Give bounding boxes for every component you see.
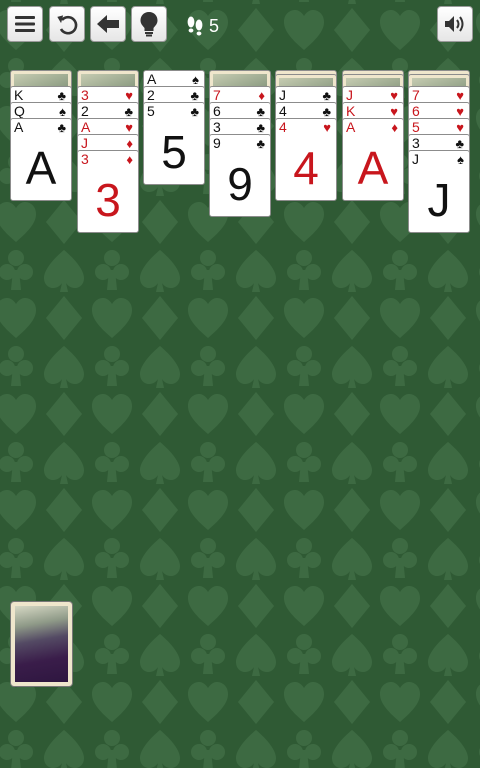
playing-card[interactable]: A ♦ A bbox=[342, 118, 404, 201]
card-back bbox=[15, 606, 68, 682]
menu-button[interactable] bbox=[7, 6, 43, 42]
card-face-rank: 3 bbox=[95, 174, 121, 226]
undo-icon bbox=[57, 15, 78, 35]
card-rank: 9 bbox=[213, 135, 221, 151]
hamburger-menu-icon bbox=[15, 16, 35, 32]
card-suit-icon: ♥ bbox=[323, 120, 331, 135]
playing-card[interactable]: J ♠ J bbox=[408, 150, 470, 233]
playing-card[interactable]: 4 ♥ 4 bbox=[275, 118, 337, 201]
card-face-rank: A bbox=[25, 142, 57, 194]
playing-card[interactable]: 9 ♣ 9 bbox=[209, 134, 271, 217]
back-button[interactable] bbox=[90, 6, 126, 42]
card-face-rank: 5 bbox=[161, 126, 187, 178]
card-rank: A bbox=[346, 119, 356, 135]
card-face-rank: A bbox=[357, 142, 389, 194]
card-suit-icon: ♣ bbox=[57, 120, 66, 135]
card-suit-icon: ♦ bbox=[391, 120, 398, 135]
card-suit-icon: ♦ bbox=[126, 152, 133, 167]
playing-card[interactable]: A ♣ A bbox=[10, 118, 72, 201]
card-face-rank: 9 bbox=[227, 158, 253, 210]
card-face-rank: J bbox=[427, 174, 451, 226]
undo-button[interactable] bbox=[49, 6, 85, 42]
card-rank: J bbox=[412, 151, 419, 167]
lightbulb-icon bbox=[140, 12, 158, 37]
card-suit-icon: ♠ bbox=[457, 152, 464, 167]
card-rank: 4 bbox=[279, 119, 287, 135]
sound-button[interactable] bbox=[437, 6, 473, 42]
card-rank: 3 bbox=[81, 151, 89, 167]
card-suit-icon: ♣ bbox=[256, 136, 265, 151]
footprints-icon bbox=[187, 16, 203, 36]
card-suit-icon: ♣ bbox=[190, 104, 199, 119]
stock-pile[interactable] bbox=[10, 601, 73, 687]
playing-card[interactable]: 3 ♦ 3 bbox=[77, 150, 139, 233]
card-rank: A bbox=[14, 119, 24, 135]
card-face-rank: 4 bbox=[293, 142, 319, 194]
arrow-left-icon bbox=[97, 15, 119, 33]
speaker-icon bbox=[445, 16, 464, 32]
playing-card[interactable]: 5 ♣ 5 bbox=[143, 102, 205, 185]
moves-count: 5 bbox=[209, 15, 220, 36]
moves-counter: 5 bbox=[186, 14, 219, 38]
card-rank: 5 bbox=[147, 103, 155, 119]
hint-button[interactable] bbox=[131, 6, 167, 42]
